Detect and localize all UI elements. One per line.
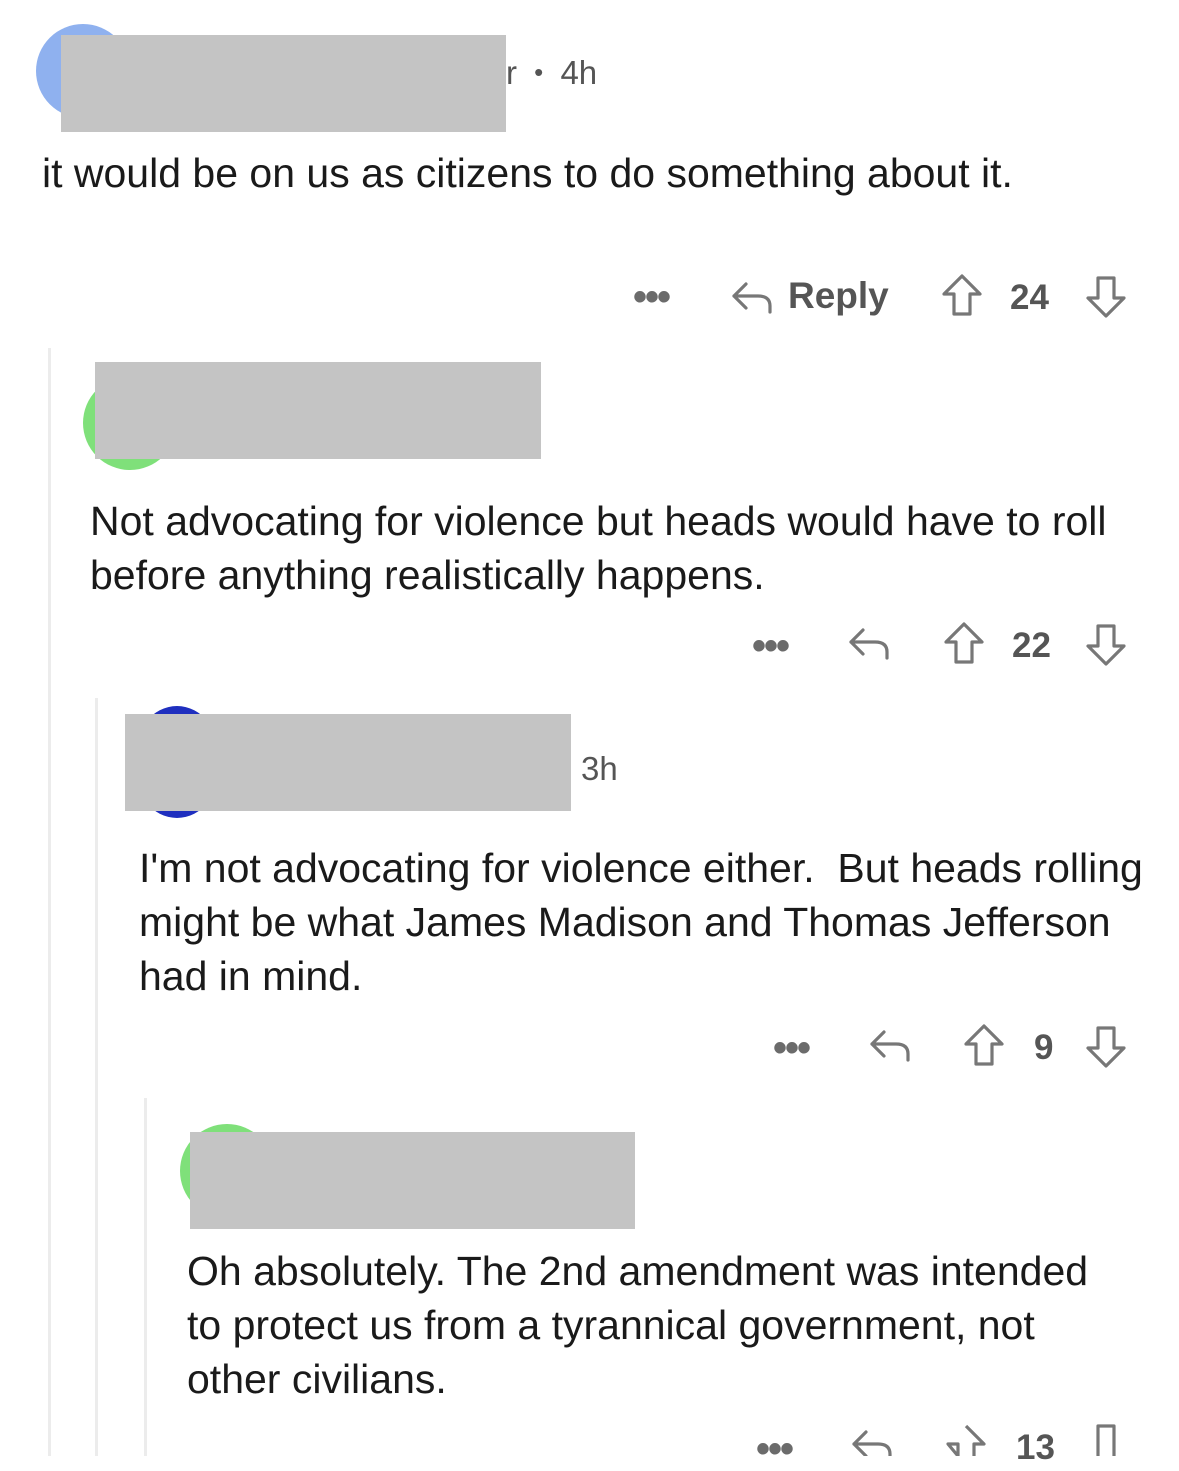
reply-label: Reply <box>788 275 889 316</box>
redacted-username <box>95 362 541 459</box>
comment-time: 3h <box>581 750 618 787</box>
thread-line-level-2[interactable] <box>95 698 98 1456</box>
reply-button[interactable] <box>866 1024 912 1069</box>
more-options-button[interactable]: ••• <box>756 1429 794 1469</box>
reply-arrow-icon <box>728 276 774 321</box>
vote-score: 9 <box>1034 1028 1054 1067</box>
downvote-button[interactable] <box>1084 1422 1128 1461</box>
reply-arrow-icon <box>849 628 889 660</box>
upvote-button[interactable] <box>940 272 984 323</box>
comment-meta: r • 4h <box>506 54 597 92</box>
vote-score: 13 <box>1016 1428 1055 1467</box>
upvote-arrow-icon <box>942 274 982 316</box>
reply-button[interactable] <box>848 1424 894 1461</box>
upvote-arrow-icon <box>946 1424 986 1458</box>
comment-body: Not advocating for violence but heads wo… <box>90 498 1107 598</box>
comment-body: it would be on us as citizens to do some… <box>42 150 1013 196</box>
comment-meta: 3h <box>581 750 618 788</box>
upvote-arrow-icon <box>944 622 984 664</box>
more-options-button[interactable]: ••• <box>773 1028 811 1068</box>
redacted-username <box>61 35 506 132</box>
upvote-button[interactable] <box>944 1422 988 1461</box>
vote-score: 24 <box>1010 278 1049 317</box>
vote-score: 22 <box>1012 626 1051 665</box>
redacted-username <box>190 1132 635 1229</box>
downvote-button[interactable] <box>1084 1024 1128 1075</box>
thread-line-level-1[interactable] <box>48 348 51 1456</box>
downvote-button[interactable] <box>1084 622 1128 673</box>
reply-arrow-icon <box>870 1030 910 1062</box>
reply-arrow-icon <box>852 1430 892 1458</box>
downvote-arrow-icon <box>1086 624 1126 666</box>
upvote-button[interactable] <box>962 1022 1006 1073</box>
comment-time: 4h <box>560 54 598 91</box>
more-options-button[interactable]: ••• <box>752 626 790 666</box>
comment-body: Oh absolutely. The 2nd amendment was int… <box>187 1248 1089 1402</box>
downvote-arrow-icon <box>1086 276 1126 318</box>
username-suffix[interactable]: r <box>506 54 517 91</box>
meta-separator: • <box>534 57 544 87</box>
comment-body: I'm not advocating for violence either. … <box>139 845 1155 999</box>
upvote-button[interactable] <box>942 620 986 671</box>
downvote-arrow-icon <box>1096 1424 1116 1456</box>
downvote-arrow-icon <box>1086 1026 1126 1068</box>
reply-button[interactable] <box>845 622 891 667</box>
upvote-arrow-icon <box>964 1024 1004 1066</box>
downvote-button[interactable] <box>1084 274 1128 325</box>
redacted-username <box>125 714 571 811</box>
more-options-button[interactable]: ••• <box>633 277 671 317</box>
thread-line-level-3[interactable] <box>144 1098 147 1456</box>
